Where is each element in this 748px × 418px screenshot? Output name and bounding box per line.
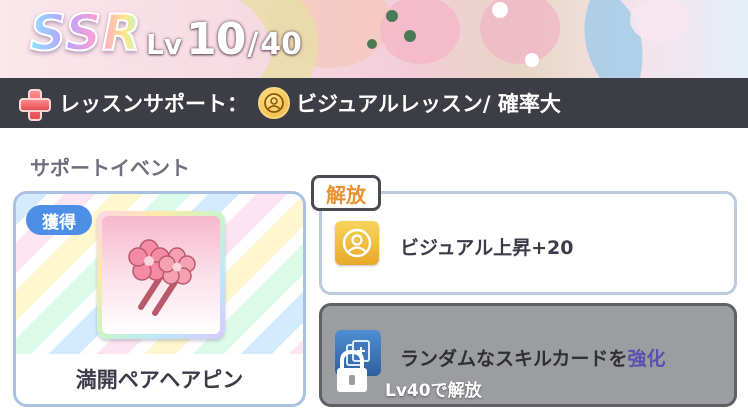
effect-highlight: 強化 [627,348,666,370]
level-prefix: Lv [146,28,183,61]
lock-icon [337,349,367,392]
locked-effect-card[interactable]: ランダムなスキルカードを強化 Lv40で解放 [319,303,737,407]
unlock-level-label: Lv40で解放 [385,381,482,401]
plus-icon [19,89,51,121]
sakura-hairpin-icon [128,239,196,316]
visual-icon [335,221,379,265]
event-item-card[interactable]: 獲得 満開ペアヘアピン [13,191,306,407]
lesson-support-bar: レッスンサポート： ビジュアルレッスン/ 確率大 [0,78,748,128]
card-banner: SSR Lv 10 / 40 [0,0,748,78]
effect-text: ビジュアル上昇+20 [400,237,574,259]
acquired-badge: 獲得 [26,205,92,235]
item-icon-frame [97,211,225,339]
level-current: 10 [186,14,246,65]
item-name: 満開ペアヘアピン [16,354,303,404]
rarity-label: SSR [29,3,142,63]
level-separator: / [247,27,259,62]
locked-effect-text: ランダムなスキルカードを強化 [400,348,666,370]
unlock-tag: 解放 [311,175,381,211]
support-events-title: サポートイベント [30,156,190,180]
lesson-support-label: レッスンサポート： [59,92,248,116]
level-display: Lv 10 / 40 [146,14,302,65]
effect-card[interactable]: ビジュアル上昇+20 [319,191,737,295]
visual-icon [258,87,290,119]
level-max: 40 [260,27,303,62]
lesson-support-value: ビジュアルレッスン/ 確率大 [296,92,561,116]
